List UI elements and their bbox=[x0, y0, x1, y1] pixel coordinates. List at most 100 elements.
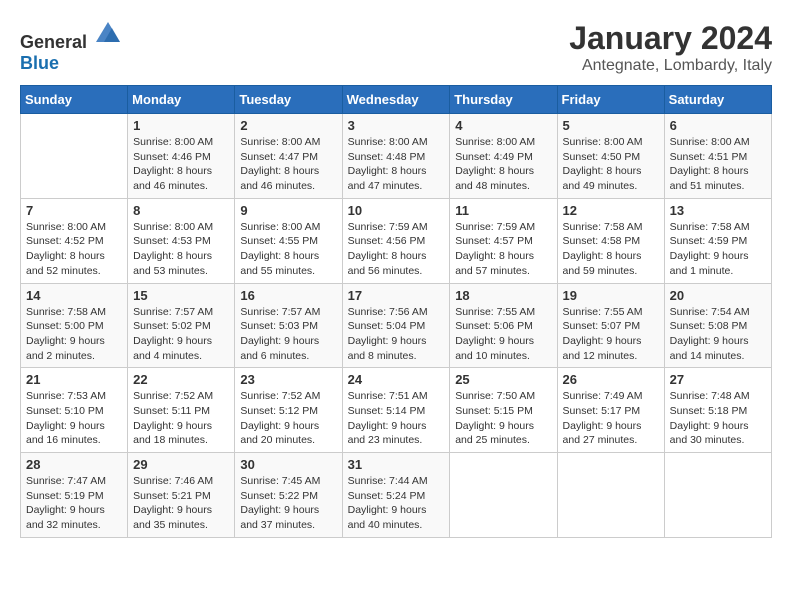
day-detail: Sunrise: 7:52 AM Sunset: 5:11 PM Dayligh… bbox=[133, 389, 229, 448]
day-number: 1 bbox=[133, 118, 229, 133]
day-cell: 12 Sunrise: 7:58 AM Sunset: 4:58 PM Dayli… bbox=[557, 198, 664, 283]
day-cell: 15 Sunrise: 7:57 AM Sunset: 5:02 PM Dayli… bbox=[128, 283, 235, 368]
day-detail: Sunrise: 7:48 AM Sunset: 5:18 PM Dayligh… bbox=[670, 389, 766, 448]
header-day-saturday: Saturday bbox=[664, 86, 771, 114]
day-detail: Sunrise: 7:58 AM Sunset: 4:59 PM Dayligh… bbox=[670, 220, 766, 279]
day-number: 9 bbox=[240, 203, 336, 218]
header-day-monday: Monday bbox=[128, 86, 235, 114]
header-area: General Blue January 2024 Antegnate, Lom… bbox=[20, 20, 772, 75]
day-cell: 9 Sunrise: 8:00 AM Sunset: 4:55 PM Daylig… bbox=[235, 198, 342, 283]
week-row-2: 7 Sunrise: 8:00 AM Sunset: 4:52 PM Daylig… bbox=[21, 198, 772, 283]
week-row-1: 1 Sunrise: 8:00 AM Sunset: 4:46 PM Daylig… bbox=[21, 114, 772, 199]
day-detail: Sunrise: 8:00 AM Sunset: 4:52 PM Dayligh… bbox=[26, 220, 122, 279]
day-number: 17 bbox=[348, 288, 445, 303]
day-detail: Sunrise: 8:00 AM Sunset: 4:55 PM Dayligh… bbox=[240, 220, 336, 279]
day-cell bbox=[664, 453, 771, 538]
day-number: 26 bbox=[563, 372, 659, 387]
day-cell: 11Sunrise: 7:59 AM Sunset: 4:57 PM Dayli… bbox=[450, 198, 557, 283]
day-number: 22 bbox=[133, 372, 229, 387]
main-title: January 2024 bbox=[569, 20, 772, 57]
day-detail: Sunrise: 8:00 AM Sunset: 4:53 PM Dayligh… bbox=[133, 220, 229, 279]
day-detail: Sunrise: 7:47 AM Sunset: 5:19 PM Dayligh… bbox=[26, 474, 122, 533]
day-detail: Sunrise: 7:55 AM Sunset: 5:06 PM Dayligh… bbox=[455, 305, 551, 364]
day-number: 20 bbox=[670, 288, 766, 303]
day-number: 12 bbox=[563, 203, 659, 218]
day-detail: Sunrise: 7:57 AM Sunset: 5:03 PM Dayligh… bbox=[240, 305, 336, 364]
day-number: 30 bbox=[240, 457, 336, 472]
day-cell: 18Sunrise: 7:55 AM Sunset: 5:06 PM Dayli… bbox=[450, 283, 557, 368]
day-detail: Sunrise: 7:51 AM Sunset: 5:14 PM Dayligh… bbox=[348, 389, 445, 448]
day-detail: Sunrise: 7:59 AM Sunset: 4:56 PM Dayligh… bbox=[348, 220, 445, 279]
header-day-wednesday: Wednesday bbox=[342, 86, 450, 114]
day-cell: 6 Sunrise: 8:00 AM Sunset: 4:51 PM Daylig… bbox=[664, 114, 771, 199]
day-number: 5 bbox=[563, 118, 659, 133]
header-day-thursday: Thursday bbox=[450, 86, 557, 114]
day-cell: 17 Sunrise: 7:56 AM Sunset: 5:04 PM Dayli… bbox=[342, 283, 450, 368]
day-number: 16 bbox=[240, 288, 336, 303]
subtitle: Antegnate, Lombardy, Italy bbox=[569, 57, 772, 75]
day-cell: 4Sunrise: 8:00 AM Sunset: 4:49 PM Daylig… bbox=[450, 114, 557, 199]
day-cell: 29Sunrise: 7:46 AM Sunset: 5:21 PM Dayli… bbox=[128, 453, 235, 538]
day-number: 8 bbox=[133, 203, 229, 218]
day-number: 10 bbox=[348, 203, 445, 218]
day-detail: Sunrise: 7:45 AM Sunset: 5:22 PM Dayligh… bbox=[240, 474, 336, 533]
day-detail: Sunrise: 7:57 AM Sunset: 5:02 PM Dayligh… bbox=[133, 305, 229, 364]
logo-icon bbox=[94, 20, 122, 48]
day-cell: 25Sunrise: 7:50 AM Sunset: 5:15 PM Dayli… bbox=[450, 368, 557, 453]
day-number: 29 bbox=[133, 457, 229, 472]
day-cell: 1 Sunrise: 8:00 AM Sunset: 4:46 PM Daylig… bbox=[128, 114, 235, 199]
day-number: 31 bbox=[348, 457, 445, 472]
day-cell bbox=[450, 453, 557, 538]
day-cell: 24 Sunrise: 7:51 AM Sunset: 5:14 PM Dayli… bbox=[342, 368, 450, 453]
logo-text: General Blue bbox=[20, 20, 122, 74]
header-day-friday: Friday bbox=[557, 86, 664, 114]
day-cell: 26 Sunrise: 7:49 AM Sunset: 5:17 PM Dayli… bbox=[557, 368, 664, 453]
day-cell: 8 Sunrise: 8:00 AM Sunset: 4:53 PM Daylig… bbox=[128, 198, 235, 283]
day-detail: Sunrise: 7:52 AM Sunset: 5:12 PM Dayligh… bbox=[240, 389, 336, 448]
day-cell: 30 Sunrise: 7:45 AM Sunset: 5:22 PM Dayli… bbox=[235, 453, 342, 538]
day-number: 24 bbox=[348, 372, 445, 387]
day-cell: 27 Sunrise: 7:48 AM Sunset: 5:18 PM Dayli… bbox=[664, 368, 771, 453]
day-cell: 21Sunrise: 7:53 AM Sunset: 5:10 PM Dayli… bbox=[21, 368, 128, 453]
title-area: January 2024 Antegnate, Lombardy, Italy bbox=[569, 20, 772, 75]
day-detail: Sunrise: 7:58 AM Sunset: 4:58 PM Dayligh… bbox=[563, 220, 659, 279]
day-cell: 13Sunrise: 7:58 AM Sunset: 4:59 PM Dayli… bbox=[664, 198, 771, 283]
day-detail: Sunrise: 8:00 AM Sunset: 4:48 PM Dayligh… bbox=[348, 135, 445, 194]
day-detail: Sunrise: 7:49 AM Sunset: 5:17 PM Dayligh… bbox=[563, 389, 659, 448]
day-cell: 5 Sunrise: 8:00 AM Sunset: 4:50 PM Daylig… bbox=[557, 114, 664, 199]
day-cell bbox=[557, 453, 664, 538]
day-cell bbox=[21, 114, 128, 199]
header-day-tuesday: Tuesday bbox=[235, 86, 342, 114]
day-number: 3 bbox=[348, 118, 445, 133]
day-cell: 20Sunrise: 7:54 AM Sunset: 5:08 PM Dayli… bbox=[664, 283, 771, 368]
day-cell: 23Sunrise: 7:52 AM Sunset: 5:12 PM Dayli… bbox=[235, 368, 342, 453]
logo-blue: Blue bbox=[20, 53, 59, 73]
day-detail: Sunrise: 8:00 AM Sunset: 4:50 PM Dayligh… bbox=[563, 135, 659, 194]
day-detail: Sunrise: 7:56 AM Sunset: 5:04 PM Dayligh… bbox=[348, 305, 445, 364]
week-row-3: 14Sunrise: 7:58 AM Sunset: 5:00 PM Dayli… bbox=[21, 283, 772, 368]
day-cell: 14Sunrise: 7:58 AM Sunset: 5:00 PM Dayli… bbox=[21, 283, 128, 368]
day-number: 6 bbox=[670, 118, 766, 133]
day-detail: Sunrise: 7:58 AM Sunset: 5:00 PM Dayligh… bbox=[26, 305, 122, 364]
day-number: 15 bbox=[133, 288, 229, 303]
day-cell: 7 Sunrise: 8:00 AM Sunset: 4:52 PM Daylig… bbox=[21, 198, 128, 283]
day-cell: 22 Sunrise: 7:52 AM Sunset: 5:11 PM Dayli… bbox=[128, 368, 235, 453]
day-detail: Sunrise: 7:53 AM Sunset: 5:10 PM Dayligh… bbox=[26, 389, 122, 448]
week-row-4: 21Sunrise: 7:53 AM Sunset: 5:10 PM Dayli… bbox=[21, 368, 772, 453]
day-cell: 16 Sunrise: 7:57 AM Sunset: 5:03 PM Dayli… bbox=[235, 283, 342, 368]
day-number: 25 bbox=[455, 372, 551, 387]
day-number: 27 bbox=[670, 372, 766, 387]
header-row: SundayMondayTuesdayWednesdayThursdayFrid… bbox=[21, 86, 772, 114]
day-detail: Sunrise: 8:00 AM Sunset: 4:49 PM Dayligh… bbox=[455, 135, 551, 194]
header-day-sunday: Sunday bbox=[21, 86, 128, 114]
day-detail: Sunrise: 8:00 AM Sunset: 4:46 PM Dayligh… bbox=[133, 135, 229, 194]
day-number: 2 bbox=[240, 118, 336, 133]
day-cell: 28Sunrise: 7:47 AM Sunset: 5:19 PM Dayli… bbox=[21, 453, 128, 538]
day-cell: 3 Sunrise: 8:00 AM Sunset: 4:48 PM Daylig… bbox=[342, 114, 450, 199]
day-cell: 2Sunrise: 8:00 AM Sunset: 4:47 PM Daylig… bbox=[235, 114, 342, 199]
calendar-table: SundayMondayTuesdayWednesdayThursdayFrid… bbox=[20, 85, 772, 538]
day-cell: 31Sunrise: 7:44 AM Sunset: 5:24 PM Dayli… bbox=[342, 453, 450, 538]
day-number: 7 bbox=[26, 203, 122, 218]
day-detail: Sunrise: 8:00 AM Sunset: 4:51 PM Dayligh… bbox=[670, 135, 766, 194]
logo: General Blue bbox=[20, 20, 122, 74]
